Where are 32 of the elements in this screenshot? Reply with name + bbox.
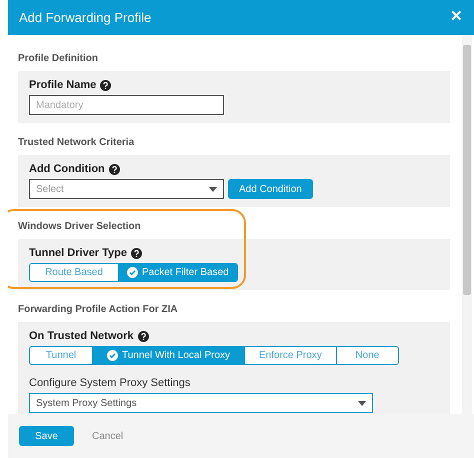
help-icon[interactable] <box>138 330 149 342</box>
section-title: Windows Driver Selection <box>18 220 142 234</box>
section-title: Trusted Network Criteria <box>18 136 136 150</box>
add-condition-button[interactable]: Add Condition <box>228 179 313 199</box>
segment-tab[interactable]: Tunnel <box>30 347 92 364</box>
field-label: Configure System Proxy Settings <box>29 376 190 391</box>
field-label: Tunnel Driver Type <box>29 246 128 261</box>
check-icon <box>127 267 138 278</box>
segment-tab[interactable]: Tunnel With Local Proxy <box>92 347 244 364</box>
dialog-title: Add Forwarding Profile <box>19 8 152 27</box>
section-title: Forwarding Profile Action For ZIA <box>18 303 179 317</box>
segment-tab[interactable]: Route Based <box>30 264 118 281</box>
field-label: Profile Name <box>29 78 96 93</box>
help-icon[interactable] <box>108 164 120 174</box>
profile-name-field[interactable]: Mandatory <box>29 95 224 115</box>
segment-tab[interactable]: None <box>336 347 398 364</box>
caret-icon <box>358 400 366 406</box>
check-icon <box>107 350 118 361</box>
field-label: Add Condition <box>29 162 105 177</box>
field-label: On Trusted Network <box>29 328 134 344</box>
proxy-settings-dropdown[interactable]: System Proxy Settings <box>29 393 373 413</box>
section-title: Profile Definition <box>18 52 99 66</box>
caret-icon <box>209 186 217 192</box>
help-icon[interactable] <box>131 248 142 258</box>
close-button[interactable]: ✕ <box>450 6 463 29</box>
segment-tab[interactable]: Packet Filter Based <box>118 264 237 281</box>
scrollbar[interactable] <box>462 35 472 414</box>
select-dropdown[interactable]: Select <box>29 179 224 199</box>
segment-tab[interactable]: Enforce Proxy <box>244 347 336 364</box>
cancel-link[interactable]: Cancel <box>92 428 124 444</box>
save-button[interactable]: Save <box>19 426 74 446</box>
help-icon[interactable] <box>100 80 112 90</box>
